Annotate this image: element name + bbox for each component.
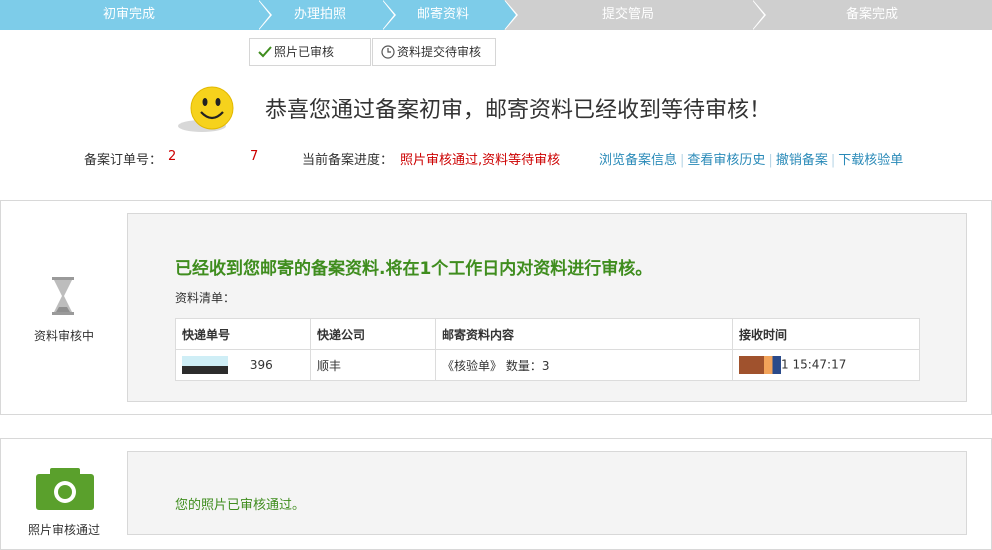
view-review-history-link[interactable]: 查看审核历史	[687, 153, 765, 168]
progress-label: 当前备案进度：	[302, 153, 394, 168]
step-label: 备案完成	[845, 7, 898, 22]
step-label: 办理拍照	[293, 7, 346, 22]
shipment-table: 快递单号 快递公司 邮寄资料内容 接收时间 396 顺丰 《核验单》 数量：3 …	[175, 318, 920, 381]
table-header-row: 快递单号 快递公司 邮寄资料内容 接收时间	[175, 318, 920, 350]
step-mail-materials: 邮寄资料	[382, 0, 518, 30]
col-content: 邮寄资料内容	[435, 318, 733, 350]
received-time: 1 15:47:17	[781, 357, 847, 372]
camera-icon	[36, 468, 94, 510]
tracking-number: 396	[249, 357, 273, 372]
step-label: 初审完成	[102, 7, 155, 22]
clock-icon	[381, 45, 395, 59]
step-preliminary-review: 初审完成	[0, 0, 272, 30]
received-cell: 1 15:47:17	[732, 349, 920, 381]
check-icon	[258, 46, 272, 58]
photo-approved-message: 您的照片已审核通过。	[175, 498, 306, 513]
step-label: 邮寄资料	[416, 7, 469, 22]
col-received: 接收时间	[732, 318, 920, 350]
materials-review-panel: 资料审核中 已经收到您邮寄的备案资料.将在1个工作日内对资料进行审核。 资料清单…	[0, 200, 992, 415]
step-complete: 备案完成	[752, 0, 992, 30]
materials-received-title: 已经收到您邮寄的备案资料.将在1个工作日内对资料进行审核。	[175, 259, 653, 279]
redacted-block	[182, 356, 228, 374]
section-status-label: 照片审核通过	[27, 523, 100, 537]
table-row: 396 顺丰 《核验单》 数量：3 1 15:47:17	[175, 349, 920, 381]
action-links: 浏览备案信息 | 查看审核历史 | 撤销备案 | 下载核验单	[599, 153, 904, 168]
company-cell: 顺丰	[310, 349, 436, 381]
tab-materials-pending[interactable]: 资料提交待审核	[372, 38, 496, 66]
redacted-block	[739, 356, 781, 374]
photo-detail-box: 您的照片已审核通过。	[127, 451, 967, 535]
photo-review-panel: 照片审核通过 您的照片已审核通过。	[0, 438, 992, 550]
section-status-label: 资料审核中	[33, 329, 94, 343]
order-number-start: 2	[168, 149, 177, 164]
progress-value: 照片审核通过,资料等待审核	[400, 153, 561, 168]
step-photo: 办理拍照	[258, 0, 396, 30]
step-label: 提交管局	[601, 7, 654, 22]
view-filing-info-link[interactable]: 浏览备案信息	[599, 153, 677, 168]
content-cell: 《核验单》 数量：3	[435, 349, 733, 381]
cancel-filing-link[interactable]: 撤销备案	[776, 153, 828, 168]
col-tracking: 快递单号	[175, 318, 311, 350]
order-number-label: 备案订单号：	[84, 153, 163, 168]
step-submit-bureau: 提交管局	[504, 0, 766, 30]
smiley-icon	[178, 86, 234, 132]
tracking-cell: 396	[175, 349, 311, 381]
download-verification-form-link[interactable]: 下载核验单	[838, 153, 903, 168]
tab-label: 照片已审核	[274, 45, 335, 59]
page-title: 恭喜您通过备案初审，邮寄资料已经收到等待审核！	[265, 98, 772, 123]
tab-photo-reviewed[interactable]: 照片已审核	[249, 38, 371, 66]
materials-detail-box: 已经收到您邮寄的备案资料.将在1个工作日内对资料进行审核。 资料清单： 快递单号…	[127, 213, 967, 402]
tab-label: 资料提交待审核	[397, 45, 482, 59]
materials-list-label: 资料清单：	[175, 291, 236, 305]
progress-steps: 初审完成 办理拍照 邮寄资料 提交管局 备案完成	[0, 0, 992, 30]
hourglass-icon	[52, 277, 74, 315]
col-company: 快递公司	[310, 318, 436, 350]
order-number-end: 7	[250, 149, 259, 164]
